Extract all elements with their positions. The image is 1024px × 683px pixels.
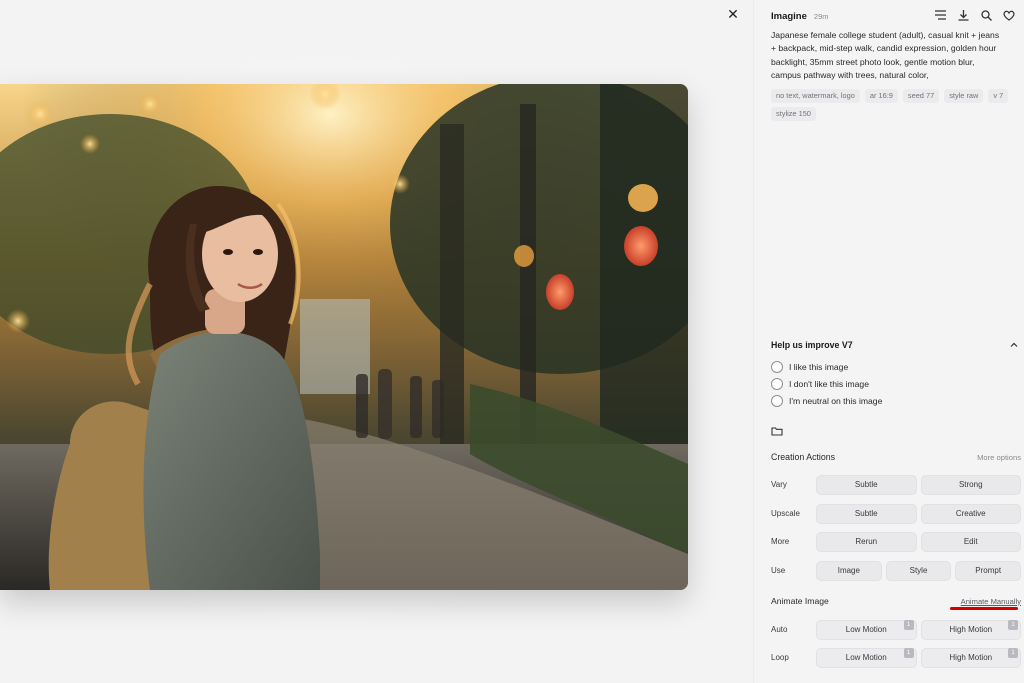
vary-subtle-button[interactable]: Subtle — [816, 474, 917, 495]
radio-button[interactable] — [771, 377, 783, 390]
rerun-button[interactable]: Rerun — [816, 531, 917, 552]
action-row-label: Upscale — [771, 509, 800, 518]
feedback-options: I like this image I don't like this imag… — [771, 358, 882, 409]
action-row-label: More — [771, 537, 790, 546]
loop-high-motion-button[interactable]: High Motion 1 — [920, 647, 1021, 668]
edit-button[interactable]: Edit — [920, 531, 1021, 552]
radio-label: I don't like this image — [789, 378, 869, 389]
button-label: High Motion — [949, 653, 993, 662]
creation-actions-title: Creation Actions — [771, 452, 836, 462]
radio-button[interactable] — [771, 360, 783, 373]
search-icon[interactable] — [979, 8, 993, 22]
feedback-header[interactable]: Help us improve V7 — [771, 339, 1019, 351]
action-row-label: Use — [771, 566, 786, 575]
download-icon[interactable] — [956, 8, 970, 22]
count-badge: 1 — [1008, 619, 1018, 630]
radio-label: I like this image — [789, 361, 849, 372]
creation-actions-header: Creation Actions More options — [771, 452, 1021, 462]
animate-title: Animate Image — [771, 596, 829, 606]
button-label: Low Motion — [845, 625, 887, 634]
folder-icon[interactable] — [771, 425, 783, 437]
auto-low-motion-button[interactable]: Low Motion 1 — [816, 619, 917, 640]
action-row-upscale: Upscale Subtle Creative — [771, 503, 1021, 524]
feedback-option-like[interactable]: I like this image — [771, 358, 882, 375]
tag-chip[interactable]: v 7 — [988, 89, 1009, 103]
feedback-title: Help us improve V7 — [771, 340, 853, 350]
panel-time: 29m — [813, 11, 829, 21]
feedback-option-neutral[interactable]: I'm neutral on this image — [771, 392, 882, 409]
loop-low-motion-button[interactable]: Low Motion 1 — [816, 647, 917, 668]
tag-chip[interactable]: style raw — [944, 89, 984, 103]
animate-row-label: Auto — [771, 625, 788, 634]
chevron-up-icon[interactable] — [1009, 340, 1019, 350]
panel-title: Imagine — [771, 10, 807, 22]
animate-manually-link[interactable]: Animate Manually — [961, 597, 1021, 606]
animate-header: Animate Image Animate Manually — [771, 596, 1021, 606]
header-icons — [933, 8, 1016, 22]
tag-chip[interactable]: no text, watermark, logo — [771, 89, 860, 103]
tag-chip[interactable]: ar 16:9 — [864, 89, 898, 103]
prompt-text: Japanese female college student (adult),… — [771, 30, 1000, 81]
animate-row-auto: Auto Low Motion 1 High Motion 1 — [771, 619, 1021, 640]
photo-illustration — [0, 84, 688, 590]
radio-button[interactable] — [771, 394, 783, 407]
heart-icon[interactable] — [1002, 8, 1016, 22]
use-image-button[interactable]: Image — [816, 560, 882, 581]
image-viewer: ✕ — [0, 0, 753, 683]
count-badge: 1 — [903, 647, 914, 658]
use-prompt-button[interactable]: Prompt — [955, 560, 1022, 581]
action-row-use: Use Image Style Prompt — [771, 560, 1022, 581]
use-style-button[interactable]: Style — [885, 560, 952, 581]
highlight-underline — [950, 607, 1018, 610]
list-icon[interactable] — [933, 8, 947, 22]
action-row-vary: Vary Subtle Strong — [771, 474, 1021, 495]
upscale-subtle-button[interactable]: Subtle — [816, 503, 917, 524]
close-button[interactable]: ✕ — [724, 6, 742, 24]
more-options-link[interactable]: More options — [977, 453, 1021, 462]
panel-header: Imagine 29m — [771, 8, 1016, 24]
vary-strong-button[interactable]: Strong — [920, 474, 1021, 495]
action-row-more: More Rerun Edit — [771, 531, 1021, 552]
auto-high-motion-button[interactable]: High Motion 1 — [920, 619, 1021, 640]
tag-chip[interactable]: seed 77 — [902, 89, 940, 103]
count-badge: 1 — [1008, 647, 1018, 658]
radio-label: I'm neutral on this image — [789, 395, 883, 406]
count-badge: 1 — [903, 619, 914, 630]
button-label: Low Motion — [845, 653, 887, 662]
upscale-creative-button[interactable]: Creative — [920, 503, 1021, 524]
generated-image[interactable] — [0, 84, 688, 590]
animate-row-label: Loop — [771, 653, 789, 662]
action-row-label: Vary — [771, 480, 787, 489]
details-panel: Imagine 29m Japanese female college stud… — [753, 0, 1024, 683]
prompt-tags: no text, watermark, logo ar 16:9 seed 77… — [771, 89, 1011, 121]
tag-chip[interactable]: stylize 150 — [771, 107, 816, 121]
feedback-option-dislike[interactable]: I don't like this image — [771, 375, 882, 392]
animate-row-loop: Loop Low Motion 1 High Motion 1 — [771, 647, 1021, 668]
button-label: High Motion — [949, 625, 993, 634]
close-icon: ✕ — [727, 7, 739, 23]
